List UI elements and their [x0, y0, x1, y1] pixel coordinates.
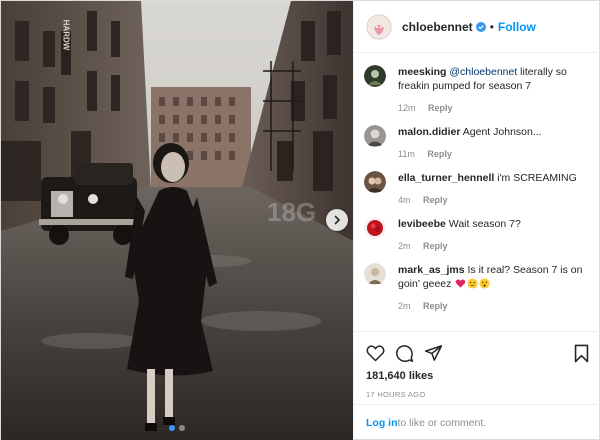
post-photo: HARDW 18G: [1, 1, 353, 440]
author-avatar[interactable]: [366, 13, 392, 40]
comment-text: mark_as_jms Is it real? Season 7 is on g…: [398, 263, 592, 291]
comment-content: Wait season 7?: [448, 218, 521, 230]
comment-meta: 2m Reply: [398, 241, 521, 251]
comment-item: ella_turner_hennell i'm SCREAMING 4m Rep…: [364, 171, 592, 205]
comment-text: levibeebe Wait season 7?: [398, 217, 521, 231]
frowning-face-emoji-icon: [467, 278, 478, 289]
login-prompt-text: to like or comment.: [397, 417, 487, 429]
red-heart-emoji-icon: [456, 279, 466, 288]
login-prompt: Log in to like or comment.: [354, 404, 600, 440]
comment-content: Agent Johnson...: [462, 126, 542, 138]
comment-meta: 2m Reply: [398, 301, 592, 311]
comment-item: mark_as_jms Is it real? Season 7 is on g…: [364, 263, 592, 311]
like-button[interactable]: [366, 344, 385, 362]
comment-item: levibeebe Wait season 7? 2m Reply: [364, 217, 592, 251]
comment-age: 4m: [398, 195, 411, 205]
save-button[interactable]: [573, 344, 590, 363]
shop-sign-text: HARDW: [62, 20, 71, 51]
share-icon: [424, 345, 443, 361]
commenter-username[interactable]: meesking: [398, 66, 446, 78]
commenter-avatar[interactable]: [364, 263, 386, 285]
comment-mention[interactable]: @chloebennet: [449, 66, 517, 78]
commenter-avatar[interactable]: [364, 125, 386, 147]
author-username[interactable]: chloebennet: [402, 20, 473, 34]
verified-badge-icon: [475, 21, 486, 32]
post-side-panel: chloebennet • Follow meesking @chloebenn…: [353, 1, 600, 440]
login-link[interactable]: Log in: [366, 417, 398, 429]
comment-meta: 12m Reply: [398, 103, 592, 113]
commenter-username[interactable]: levibeebe: [398, 218, 446, 230]
commenter-username[interactable]: malon.didier: [398, 126, 460, 138]
reply-button[interactable]: Reply: [423, 301, 448, 311]
reply-button[interactable]: Reply: [423, 195, 448, 205]
share-button[interactable]: [424, 344, 443, 362]
likes-count[interactable]: 181,640 likes: [366, 370, 590, 382]
heart-icon: [366, 345, 385, 362]
street-photo-illustration: HARDW 18G: [1, 1, 353, 440]
next-image-button[interactable]: [326, 209, 348, 231]
carousel-dot-active: [169, 425, 175, 431]
comment-icon: [395, 344, 414, 362]
comment-list: meesking @chloebennet literally so freak…: [354, 53, 600, 329]
comment-item: malon.didier Agent Johnson... 11m Reply: [364, 125, 592, 159]
comment-text: malon.didier Agent Johnson...: [398, 125, 542, 139]
commenter-username[interactable]: ella_turner_hennell: [398, 172, 494, 184]
post-timestamp: 17 HOURS AGO: [366, 390, 426, 399]
astonished-face-emoji-icon: [479, 278, 490, 289]
comment-text: meesking @chloebennet literally so freak…: [398, 65, 592, 93]
header-separator: •: [489, 19, 494, 34]
comment-meta: 11m Reply: [398, 149, 542, 159]
reply-button[interactable]: Reply: [428, 103, 453, 113]
post-header: chloebennet • Follow: [354, 1, 600, 53]
reply-button[interactable]: Reply: [427, 149, 452, 159]
chevron-right-icon: [334, 215, 340, 225]
commenter-avatar[interactable]: [364, 171, 386, 193]
comment-age: 2m: [398, 241, 411, 251]
comment-meta: 4m Reply: [398, 195, 577, 205]
comment-button[interactable]: [395, 344, 414, 363]
carousel-indicator: [1, 425, 353, 431]
comment-content: i'm SCREAMING: [497, 172, 577, 184]
bookmark-icon: [574, 344, 589, 362]
comment-text: ella_turner_hennell i'm SCREAMING: [398, 171, 577, 185]
carousel-dot: [179, 425, 185, 431]
commenter-avatar[interactable]: [364, 65, 386, 87]
reply-button[interactable]: Reply: [423, 241, 448, 251]
comment-item: meesking @chloebennet literally so freak…: [364, 65, 592, 113]
comment-age: 2m: [398, 301, 411, 311]
post-actions: 181,640 likes 17 HOURS AGO: [354, 331, 600, 399]
commenter-username[interactable]: mark_as_jms: [398, 264, 465, 276]
commenter-avatar[interactable]: [364, 217, 386, 239]
comment-age: 12m: [398, 103, 416, 113]
follow-button[interactable]: Follow: [498, 20, 536, 34]
action-icons: [366, 338, 590, 368]
comment-age: 11m: [398, 149, 415, 159]
svg-text:18G: 18G: [267, 197, 316, 227]
instagram-post: HARDW 18G chloebennet • Follow meesking …: [0, 0, 600, 440]
